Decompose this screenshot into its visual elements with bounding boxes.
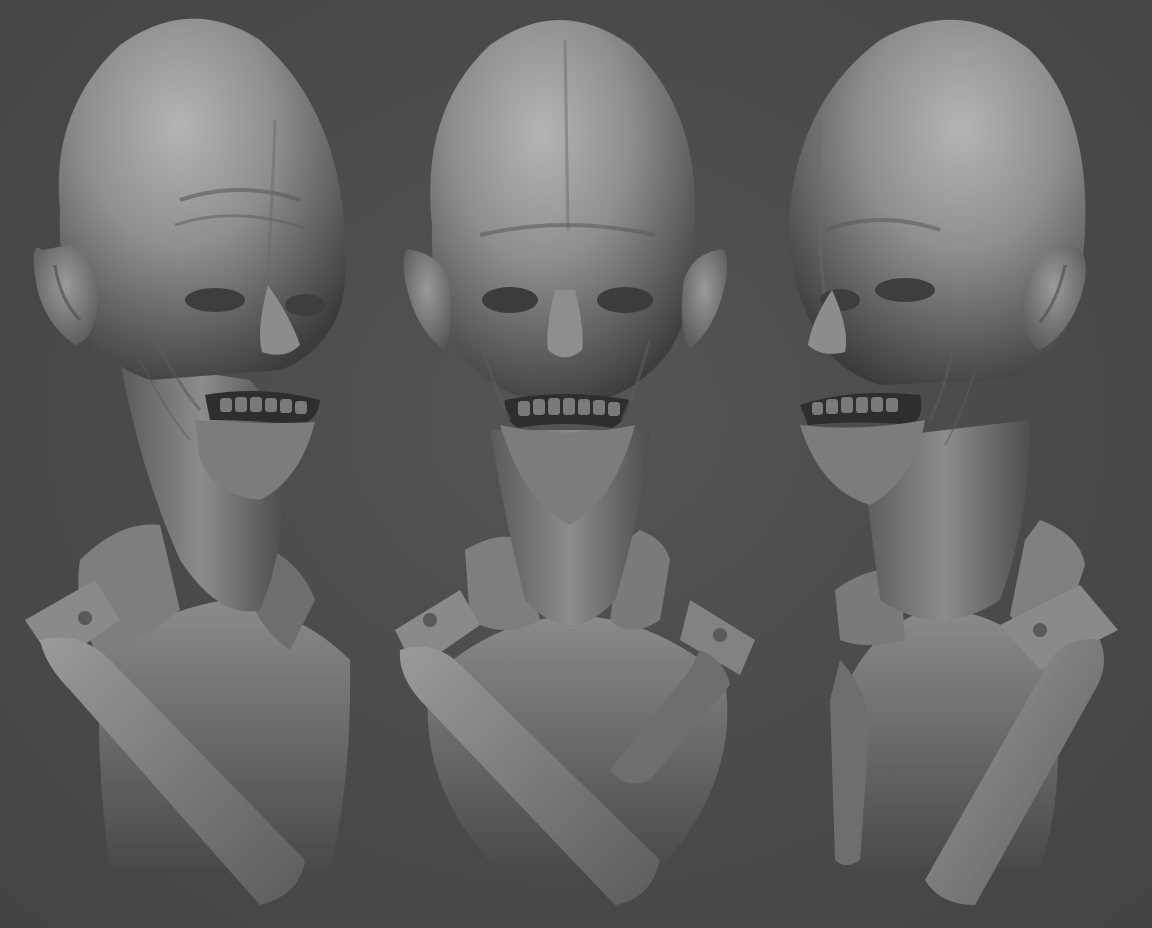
- bust-view-three-quarter-left: [25, 18, 351, 905]
- eye-socket-right: [285, 294, 325, 316]
- eye-socket-right: [597, 287, 653, 313]
- sculpt-render-svg: [25, 18, 1118, 905]
- eye-socket-left: [482, 287, 538, 313]
- bust-view-three-quarter-right: [789, 19, 1118, 905]
- eye-socket-right: [875, 278, 935, 302]
- sculpt-render-canvas: [0, 0, 1152, 928]
- bust-view-front: [395, 20, 755, 905]
- skull: [58, 18, 346, 381]
- eye-socket-left: [185, 288, 245, 312]
- nose: [547, 290, 583, 358]
